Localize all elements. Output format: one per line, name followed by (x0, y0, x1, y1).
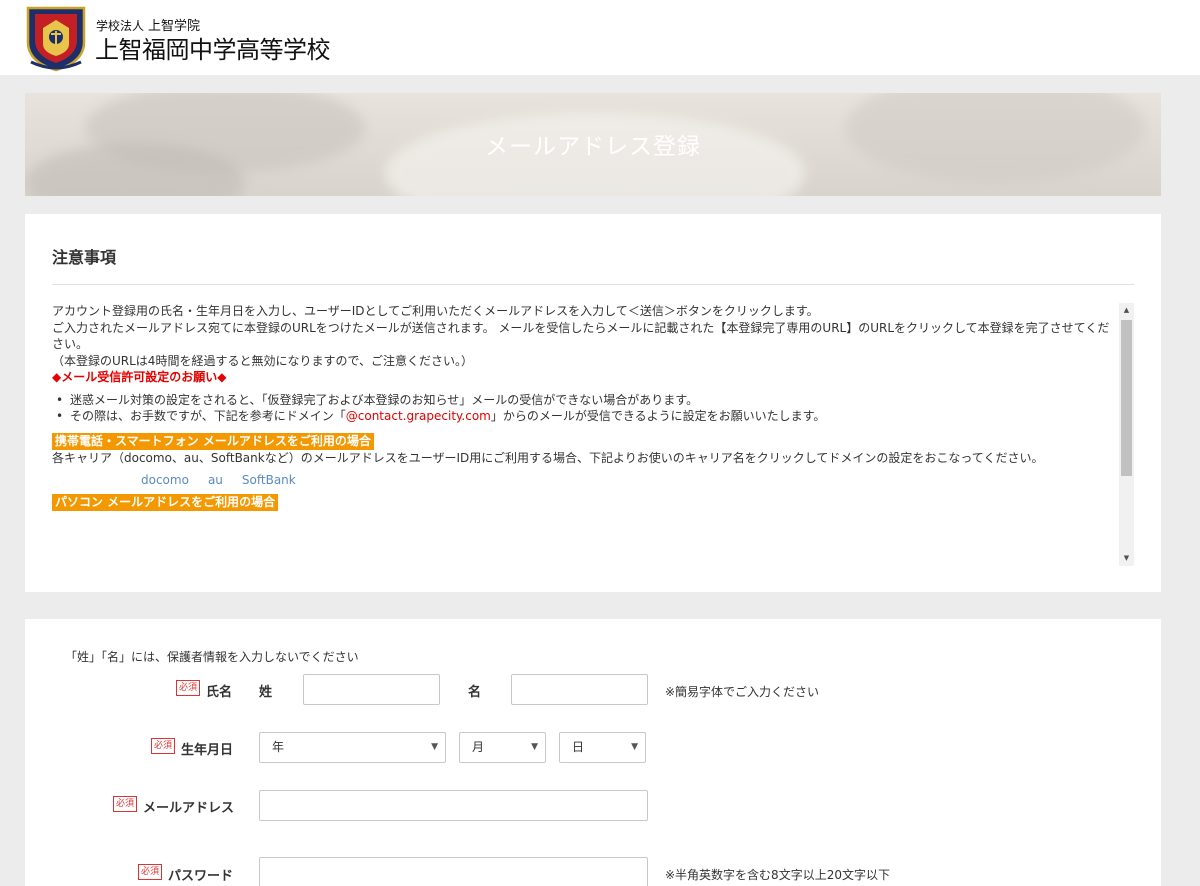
carrier-instructions: 各キャリア（docomo、au、SoftBankなど）のメールアドレスをユーザー… (52, 450, 1044, 465)
registration-form: 「姓」「名」には、保護者情報を入力しないでください 必須 氏名 姓 名 ※簡易字… (25, 619, 1161, 886)
select-value: 日 (572, 740, 585, 754)
select-value: 月 (472, 740, 485, 754)
notice-bullet-list: 迷惑メール対策の設定をされると、「仮登録完了および本登録のお知らせ」メールの受信… (52, 392, 1114, 425)
email-input[interactable] (259, 790, 648, 821)
bullet-text: 」からのメールが受信できるように設定をお願いいたします。 (490, 409, 826, 423)
notice-paragraph: （本登録のURLは4時間を経過すると無効になりますので、ご注意ください。） (52, 353, 473, 368)
required-badge: 必須 (151, 738, 176, 754)
mobile-section-label: 携帯電話・スマートフォン メールアドレスをご利用の場合 (52, 432, 374, 450)
divider (52, 284, 1134, 285)
notice-scroll-area[interactable]: アカウント登録用の氏名・生年月日を入力し、ユーザーIDとしてご利用いただくメール… (52, 303, 1134, 566)
birth-day-select[interactable]: 日 ▼ (559, 732, 646, 763)
first-name-input[interactable] (511, 674, 648, 705)
scrollbar-thumb[interactable] (1121, 320, 1132, 476)
hero-banner: メールアドレス登録 (25, 93, 1161, 196)
name-label: 氏名 (206, 685, 233, 700)
password-input[interactable] (259, 857, 648, 886)
notice-paragraph: ご入力されたメールアドレス宛てに本登録のURLをつけたメールが送信されます。 メ… (52, 320, 1110, 352)
carrier-link-softbank[interactable]: SoftBank (242, 473, 296, 487)
pc-section-label: パソコン メールアドレスをご利用の場合 (52, 493, 279, 511)
chevron-down-icon: ▼ (531, 742, 538, 752)
chevron-down-icon: ▼ (631, 742, 638, 752)
last-name-input[interactable] (303, 674, 440, 705)
bullet-text: その際は、お手数ですが、下記を参考にドメイン「 (70, 409, 346, 423)
required-badge: 必須 (138, 864, 163, 880)
school-name: 上智福岡中学高等学校 (95, 36, 331, 64)
scrollbar[interactable]: ▲ ▼ (1119, 303, 1134, 566)
form-note: 「姓」「名」には、保護者情報を入力しないでください (65, 650, 359, 664)
birth-year-select[interactable]: 年 ▼ (259, 732, 446, 763)
carrier-link-docomo[interactable]: docomo (141, 473, 189, 487)
scroll-down-arrow-icon[interactable]: ▼ (1119, 551, 1134, 566)
name-hint: ※簡易字体でご入力ください (665, 685, 820, 699)
notice-paragraph: アカウント登録用の氏名・生年月日を入力し、ユーザーIDとしてご利用いただくメール… (52, 304, 819, 318)
carrier-links: docomo au SoftBank (52, 472, 1114, 489)
first-name-label: 名 (468, 685, 482, 700)
password-label: パスワード (168, 869, 234, 884)
school-crest-logo[interactable] (25, 4, 87, 72)
carrier-link-au[interactable]: au (208, 473, 223, 487)
notice-card: 注意事項 アカウント登録用の氏名・生年月日を入力し、ユーザーIDとしてご利用いた… (25, 214, 1161, 592)
mail-permission-heading: ◆メール受信許可設定のお願い◆ (52, 370, 227, 384)
birth-month-select[interactable]: 月 ▼ (459, 732, 546, 763)
chevron-down-icon: ▼ (431, 742, 438, 752)
password-hint: ※半角英数字を含む8文字以上20文字以下 (665, 868, 890, 882)
site-header: 学校法人 上智学院 上智福岡中学高等学校 (0, 0, 1200, 75)
last-name-label: 姓 (259, 685, 273, 700)
notice-body: アカウント登録用の氏名・生年月日を入力し、ユーザーIDとしてご利用いただくメール… (52, 303, 1114, 511)
page-title: メールアドレス登録 (485, 134, 701, 160)
required-badge: 必須 (176, 680, 201, 696)
email-label: メールアドレス (143, 801, 235, 816)
scroll-up-arrow-icon[interactable]: ▲ (1119, 303, 1134, 318)
required-badge: 必須 (113, 796, 138, 812)
domain-text: @contact.grapecity.com (345, 409, 491, 423)
list-item: その際は、お手数ですが、下記を参考にドメイン「@contact.grapecit… (52, 408, 1114, 425)
select-value: 年 (272, 740, 285, 754)
bullet-text: 迷惑メール対策の設定をされると、「仮登録完了および本登録のお知らせ」メールの受信… (70, 392, 699, 407)
birthdate-label: 生年月日 (181, 743, 234, 758)
list-item: 迷惑メール対策の設定をされると、「仮登録完了および本登録のお知らせ」メールの受信… (52, 392, 1114, 409)
notice-title: 注意事項 (52, 248, 117, 267)
